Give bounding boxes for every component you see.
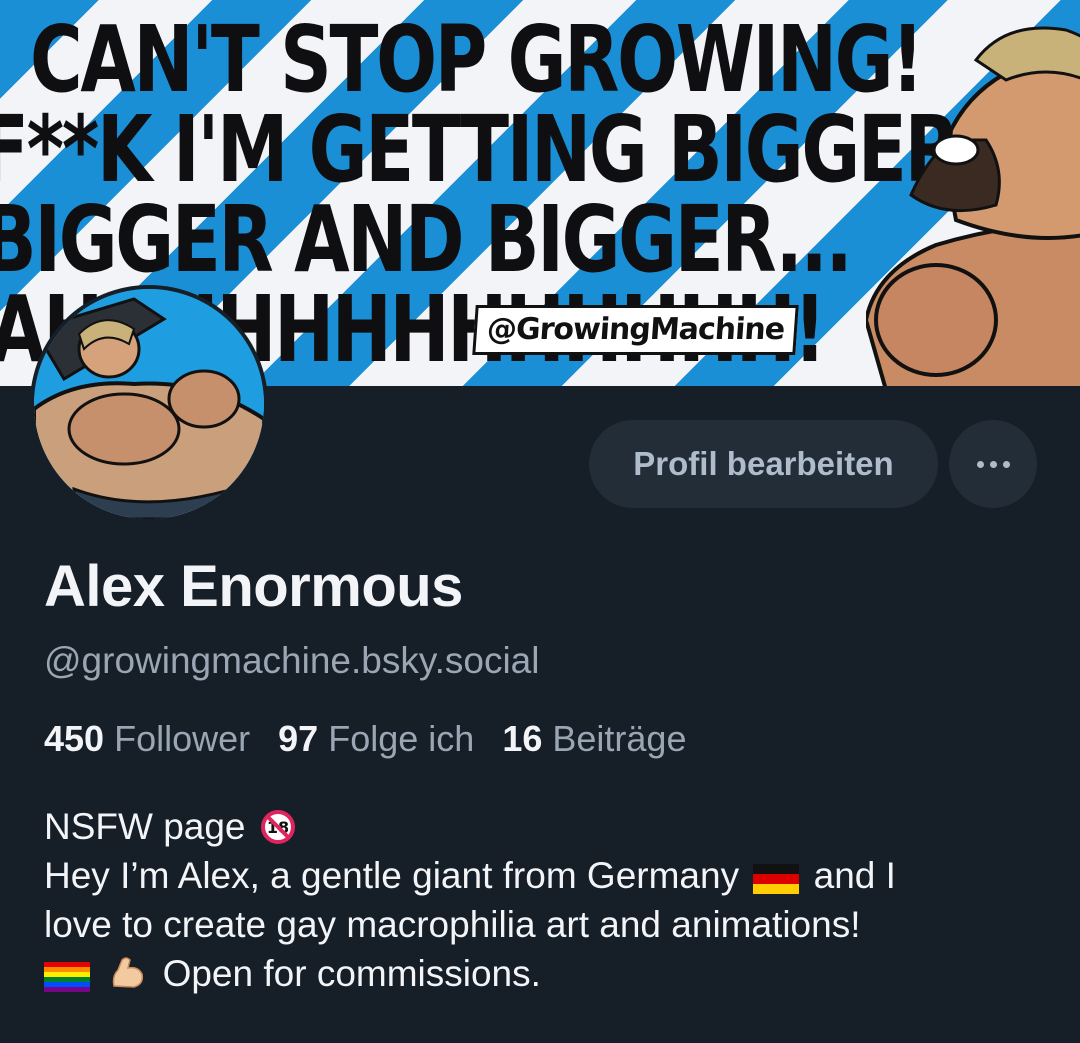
german-flag-icon bbox=[753, 864, 800, 894]
banner-handle-tag: @GrowingMachine bbox=[472, 305, 799, 355]
ellipsis-icon bbox=[976, 460, 984, 468]
following-stat[interactable]: 97 Folge ich bbox=[278, 718, 474, 759]
no-under-18-icon: 18 bbox=[260, 810, 295, 844]
rainbow-flag-icon bbox=[44, 962, 90, 992]
avatar-illustration bbox=[34, 289, 264, 519]
edit-profile-button[interactable]: Profil bearbeiten bbox=[589, 420, 938, 508]
posts-stat: 16 Beiträge bbox=[502, 718, 687, 759]
flexed-biceps-icon bbox=[113, 957, 144, 988]
profile-handle: @growingmachine.bsky.social bbox=[44, 640, 540, 681]
profile-bio: NSFW page 18 Hey I’m Alex, a gentle gian… bbox=[44, 806, 896, 994]
more-options-button[interactable] bbox=[949, 420, 1037, 508]
avatar[interactable] bbox=[30, 285, 268, 523]
profile-name: Alex Enormous bbox=[44, 554, 463, 619]
banner-character-illustration bbox=[866, 26, 1080, 386]
profile-stats: 450 Follower 97 Folge ich 16 Beiträge bbox=[44, 718, 704, 760]
followers-stat[interactable]: 450 Follower bbox=[44, 718, 250, 759]
